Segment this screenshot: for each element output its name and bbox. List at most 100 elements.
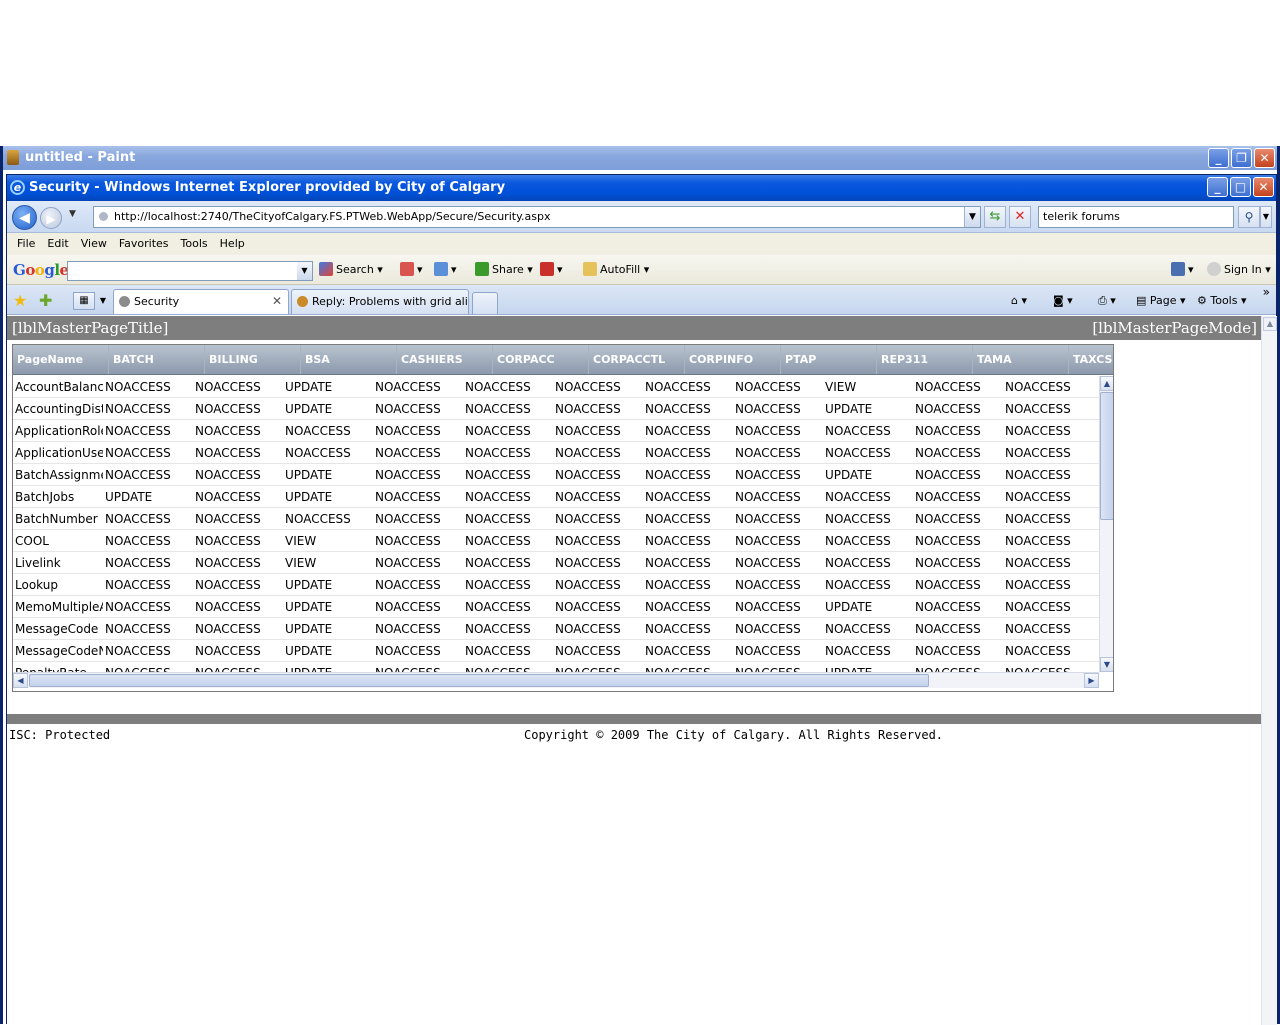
tab-close-icon[interactable]: ✕ [272, 290, 282, 313]
google-autofill-button[interactable]: AutoFill ▾ [583, 262, 649, 278]
grid-cell-access: NOACCESS [555, 578, 621, 592]
search-options-dropdown-icon[interactable]: ▼ [1260, 206, 1272, 228]
grid-horizontal-scrollbar[interactable]: ◀ ▶ [13, 672, 1099, 688]
google-settings-button[interactable]: ▾ [1171, 262, 1194, 278]
ie-maximize-button[interactable]: □ [1230, 177, 1251, 197]
table-row[interactable]: BatchAssignme NOACCESS NOACCESS UPDATE NOACC… [13, 464, 1099, 486]
paint-close-button[interactable]: ✕ [1254, 148, 1275, 168]
add-favorites-icon[interactable]: ✚ [39, 291, 52, 310]
table-row[interactable]: ApplicationRole NOACCESS NOACCESS NOACCESS N… [13, 420, 1099, 442]
google-share-button[interactable]: Share ▾ [475, 262, 533, 278]
ie-titlebar[interactable]: e Security - Windows Internet Explorer p… [7, 175, 1276, 201]
grid-vertical-scrollbar[interactable]: ▲ ▼ [1099, 376, 1113, 672]
menu-view[interactable]: View [75, 233, 113, 255]
grid-cell-access: NOACCESS [465, 402, 531, 416]
stop-icon[interactable]: ✕ [1009, 206, 1031, 228]
grid-cell-pagename: ApplicationUsei [15, 446, 103, 460]
table-row[interactable]: BatchNumber NOACCESS NOACCESS NOACCESS NOACC… [13, 508, 1099, 530]
home-button[interactable]: ⌂ ▾ [1011, 293, 1027, 309]
grid-horizontal-scroll-thumb[interactable] [29, 674, 929, 687]
chevron-more-icon[interactable]: » [1263, 285, 1270, 299]
grid-column-header[interactable]: CORPACCTL [589, 345, 685, 374]
tools-menu-button[interactable]: ⚙ Tools ▾ [1197, 293, 1247, 309]
grid-cell-access: NOACCESS [645, 644, 711, 658]
table-row[interactable]: ApplicationUsei NOACCESS NOACCESS NOACCESS N… [13, 442, 1099, 464]
menu-help[interactable]: Help [214, 233, 251, 255]
tab-list-dropdown-icon[interactable]: ▼ [97, 292, 109, 310]
grid-column-header[interactable]: CASHIERS [397, 345, 493, 374]
grid-vertical-scroll-thumb[interactable] [1100, 392, 1113, 520]
grid-cell-access: NOACCESS [645, 446, 711, 460]
grid-column-header[interactable]: BILLING [205, 345, 301, 374]
tab-security[interactable]: Security ✕ [113, 289, 289, 314]
grid-column-header[interactable]: TAXCSR [1069, 345, 1113, 374]
gear-icon: ⚙ [1197, 294, 1207, 307]
paint-restore-button[interactable]: ❐ [1231, 148, 1252, 168]
table-row[interactable]: BatchJobs UPDATE NOACCESS UPDATE NOACCESS NOA… [13, 486, 1099, 508]
paint-titlebar[interactable]: untitled - Paint _ ❐ ✕ [3, 146, 1277, 170]
google-plus-button[interactable]: ▾ [434, 262, 457, 278]
back-button[interactable]: ◀ [12, 205, 37, 230]
table-row[interactable]: MemoMultipleA NOACCESS NOACCESS UPDATE NOACC… [13, 596, 1099, 618]
grid-cell-access: NOACCESS [465, 578, 531, 592]
grid-column-header[interactable]: PTAP [781, 345, 877, 374]
google-search-dropdown-icon[interactable]: ▼ [297, 262, 312, 280]
menu-favorites[interactable]: Favorites [113, 233, 175, 255]
paint-minimize-button[interactable]: _ [1208, 148, 1229, 168]
menu-tools[interactable]: Tools [175, 233, 214, 255]
new-tab-button[interactable] [472, 292, 498, 314]
menu-file[interactable]: File [11, 233, 41, 255]
table-row[interactable]: MessageCodeN NOACCESS NOACCESS UPDATE NOACCE… [13, 640, 1099, 662]
scroll-left-icon[interactable]: ◀ [13, 673, 28, 688]
print-button[interactable]: ⎙ ▾ [1098, 293, 1116, 309]
grid-cell-access: NOACCESS [195, 424, 261, 438]
table-row[interactable]: AccountBalanc NOACCESS NOACCESS UPDATE NOACC… [13, 376, 1099, 398]
favorites-star-icon[interactable]: ★ [13, 291, 27, 310]
grid-column-header[interactable]: BSA [301, 345, 397, 374]
paint-app-icon [7, 150, 19, 165]
grid-column-header[interactable]: PageName [13, 345, 109, 374]
ie-close-button[interactable]: ✕ [1253, 177, 1274, 197]
grid-cell-access: NOACCESS [465, 490, 531, 504]
table-row[interactable]: MessageCode NOACCESS NOACCESS UPDATE NOACCES… [13, 618, 1099, 640]
google-bookmarks-button[interactable]: ▾ [400, 262, 423, 278]
google-popup-blocker-button[interactable]: ▾ [540, 262, 563, 278]
refresh-icon[interactable]: ⇆ [984, 206, 1006, 228]
grid-cell-pagename: Livelink [15, 556, 61, 570]
search-input[interactable]: telerik forums [1038, 206, 1234, 228]
grid-column-header[interactable]: CORPACC [493, 345, 589, 374]
menu-edit[interactable]: Edit [41, 233, 74, 255]
forward-button[interactable]: ▶ [40, 207, 62, 229]
page-menu-button[interactable]: ▤ Page ▾ [1136, 293, 1186, 309]
table-row[interactable]: AccountingDist NOACCESS NOACCESS UPDATE NOAC… [13, 398, 1099, 420]
ie-minimize-button[interactable]: _ [1207, 177, 1228, 197]
table-row[interactable]: PenaltyRateNOACCESSNOACCESSUPDATENOACCES… [13, 662, 1099, 672]
footer-divider [7, 714, 1261, 724]
google-search-button[interactable]: Search ▾ [319, 262, 383, 278]
grid-cell-access: NOACCESS [735, 512, 801, 526]
page-scroll-up-icon[interactable]: ▲ [1263, 317, 1277, 331]
table-row[interactable]: Livelink NOACCESS NOACCESS VIEW NOACCESS NOAC… [13, 552, 1099, 574]
scroll-down-icon[interactable]: ▼ [1100, 657, 1113, 672]
recent-pages-dropdown-icon[interactable]: ▼ [69, 209, 76, 219]
grid-column-header[interactable]: BATCH [109, 345, 205, 374]
quick-tabs-icon[interactable]: ▦ [73, 292, 95, 310]
tab-telerik-reply[interactable]: Reply: Problems with grid alig... [291, 289, 469, 314]
search-icon[interactable]: ⚲ [1238, 206, 1260, 228]
table-row[interactable]: Lookup NOACCESS NOACCESS UPDATE NOACCESS NOAC… [13, 574, 1099, 596]
grid-column-header[interactable]: REP311 [877, 345, 973, 374]
grid-cell-access: VIEW [825, 380, 857, 394]
grid-column-header[interactable]: TAMA [973, 345, 1069, 374]
grid-cell-access: NOACCESS [195, 402, 261, 416]
footer-classification: ISC: Protected [9, 728, 111, 742]
page-vertical-scrollbar[interactable]: ▲ [1261, 316, 1277, 1025]
grid-column-header[interactable]: CORPINFO [685, 345, 781, 374]
table-row[interactable]: COOL NOACCESS NOACCESS VIEW NOACCESS NOACCESS… [13, 530, 1099, 552]
feeds-button[interactable]: ◙ ▾ [1053, 293, 1073, 309]
url-input[interactable]: http://localhost:2740/TheCityofCalgary.F… [93, 206, 981, 228]
url-dropdown-icon[interactable]: ▼ [964, 207, 980, 227]
scroll-up-icon[interactable]: ▲ [1100, 376, 1113, 391]
google-search-input[interactable]: ▼ [67, 261, 313, 281]
google-signin-button[interactable]: Sign In ▾ [1207, 262, 1271, 278]
scroll-right-icon[interactable]: ▶ [1084, 673, 1099, 688]
